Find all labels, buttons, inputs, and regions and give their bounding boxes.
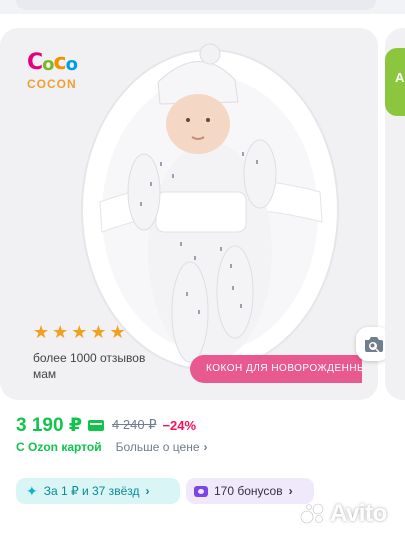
stars-offer-label: За 1 ₽ и 37 звёзд bbox=[43, 484, 140, 498]
reviews-text: более 1000 отзывов мам bbox=[33, 351, 146, 381]
discount-badge: −24% bbox=[162, 417, 197, 433]
avito-logo-icon bbox=[300, 503, 324, 524]
stars-offer-button[interactable]: ✦ За 1 ₽ и 37 звёзд › bbox=[16, 478, 180, 504]
bonus-offer-button[interactable]: 170 бонусов › bbox=[186, 478, 314, 504]
bonus-offer-label: 170 бонусов bbox=[214, 484, 283, 498]
chevron-right-icon: › bbox=[203, 440, 208, 454]
next-card-badge: А bbox=[385, 48, 405, 116]
previous-card-edge bbox=[0, 0, 405, 14]
more-price-link[interactable]: Больше о цене › bbox=[116, 440, 208, 454]
bonus-icon bbox=[194, 485, 208, 497]
price-old: 4 240 ₽ bbox=[112, 417, 157, 432]
price-row: 3 190 ₽ 4 240 ₽ −24% bbox=[16, 413, 196, 437]
promo-banner: КОКОН ДЛЯ НОВОРОЖДЕННЫХ bbox=[190, 355, 362, 383]
rating-stars: ★★★★★ bbox=[33, 322, 129, 342]
sparkle-icon: ✦ bbox=[26, 482, 38, 499]
price-current: 3 190 ₽ bbox=[16, 414, 83, 436]
price-details-row: С Ozon картой Больше о цене › bbox=[16, 439, 208, 455]
next-product-card[interactable]: А bbox=[385, 28, 405, 400]
avito-watermark: Avito bbox=[300, 500, 387, 528]
product-image-card[interactable]: Coco COCON ★★★★★ более 1000 отзывов мам … bbox=[0, 28, 378, 400]
card-icon bbox=[88, 419, 105, 431]
chevron-right-icon: › bbox=[145, 484, 150, 498]
ozon-card-label: С Ozon картой bbox=[16, 440, 102, 454]
chevron-right-icon: › bbox=[288, 484, 293, 498]
